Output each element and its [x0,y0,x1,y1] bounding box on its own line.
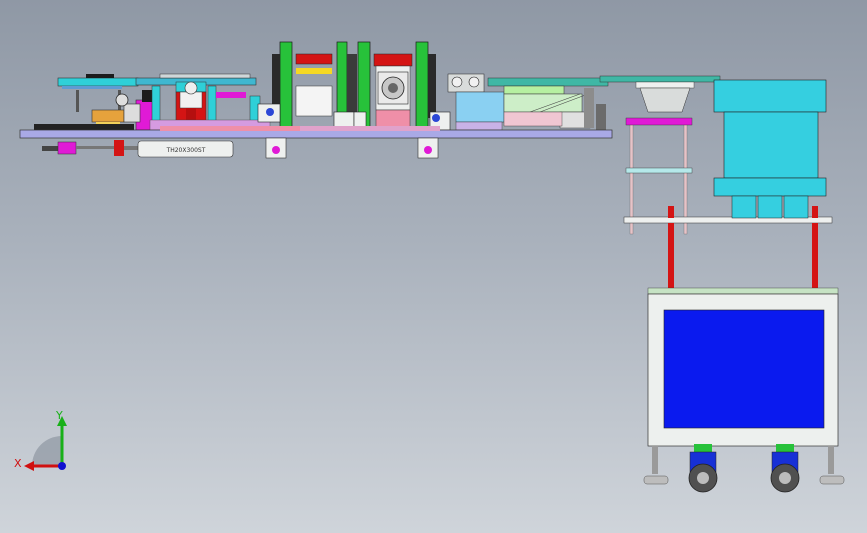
vibratory-bowl [713,79,827,219]
right-machine-section [447,73,609,131]
base-strip-dark [34,124,134,130]
feeder-chute [599,75,721,113]
x-axis-label: X [14,457,22,470]
control-cabinet [643,287,845,485]
y-axis-label: Y [56,409,63,422]
pneumatic-cylinder: TH20X300ST [42,140,234,158]
under-brackets [265,137,439,159]
cylinder-label: TH20X300ST [166,147,206,154]
caster-wheels [688,444,800,493]
assembly-drawing[interactable]: TH20X300ST [0,0,867,533]
orientation-triad[interactable]: Y X [14,409,78,478]
magenta-guide-bar [216,92,246,98]
cad-viewport[interactable]: TH20X300ST Y X [0,0,867,533]
